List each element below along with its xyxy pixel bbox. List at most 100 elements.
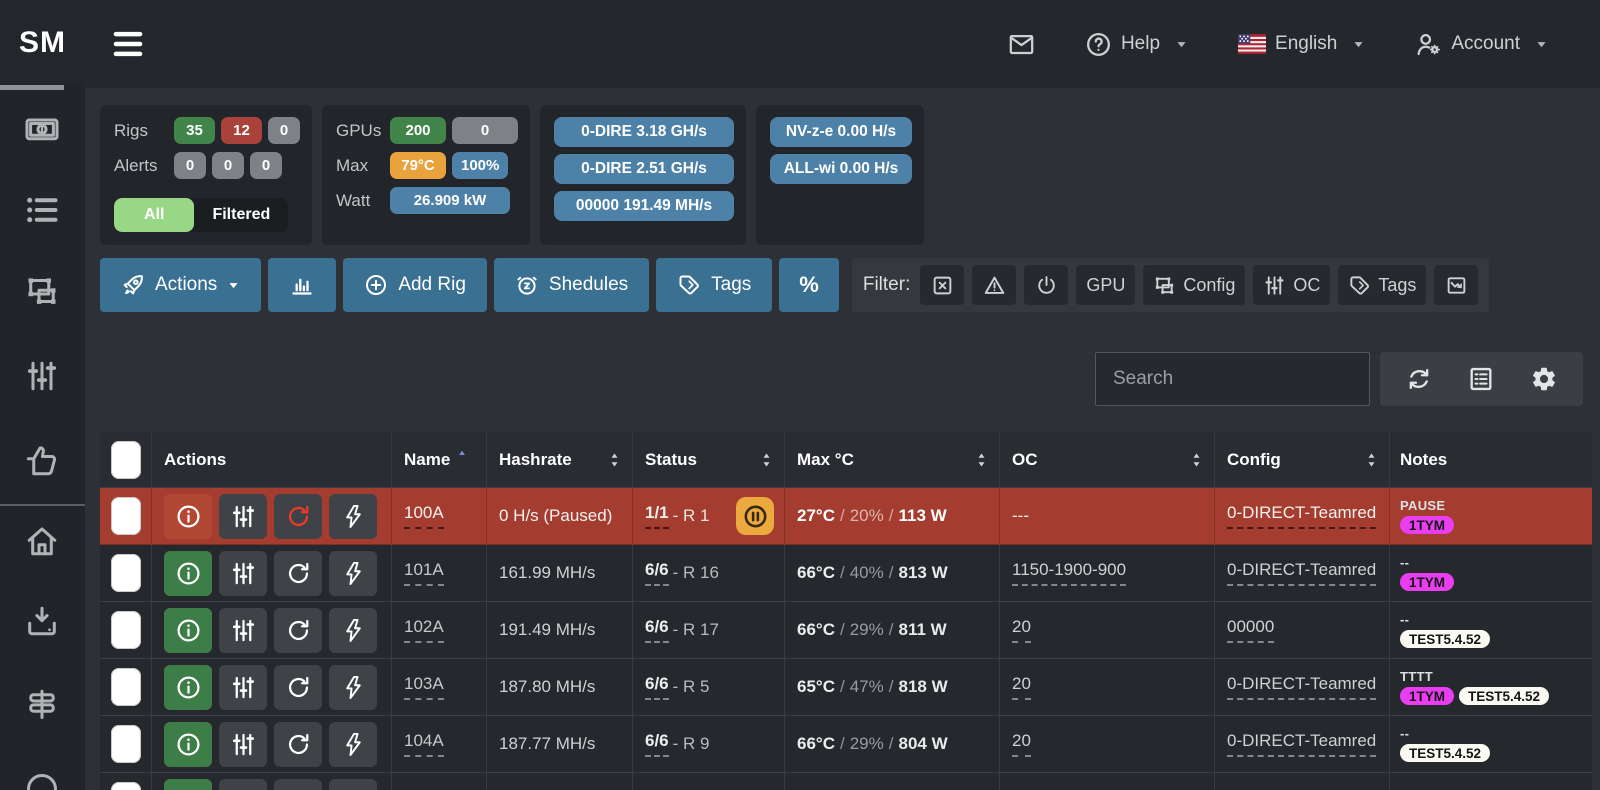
- circle-icon[interactable]: [24, 768, 60, 790]
- rig-restart-button[interactable]: [274, 721, 322, 767]
- rig-tag-badge[interactable]: TEST5.4.52: [1400, 744, 1491, 763]
- menu-icon[interactable]: [111, 27, 145, 61]
- row-checkbox[interactable]: [110, 497, 141, 535]
- column-header-oc[interactable]: OC: [1000, 432, 1215, 488]
- rig-oc-value[interactable]: 20: [1012, 617, 1031, 643]
- toggle-all-option[interactable]: All: [114, 198, 195, 232]
- rig-gpu-count[interactable]: 6/6: [645, 674, 669, 700]
- hashrate-badge: 0-DIRE 2.51 GH/s: [554, 154, 734, 184]
- row-checkbox[interactable]: [110, 782, 141, 790]
- rig-power-button[interactable]: [329, 721, 377, 767]
- messages-button[interactable]: [1008, 31, 1035, 58]
- row-checkbox[interactable]: [110, 554, 141, 592]
- rig-gpu-count[interactable]: 6/6: [645, 731, 669, 757]
- row-checkbox[interactable]: [110, 725, 141, 763]
- actions-button[interactable]: Actions: [100, 258, 262, 312]
- rig-oc-value[interactable]: 20: [1012, 674, 1031, 700]
- rig-name-link[interactable]: 103A: [404, 674, 444, 700]
- toggle-filtered-option[interactable]: Filtered: [194, 198, 288, 232]
- rig-config-value[interactable]: 0-DIRECT-Teamred: [1227, 560, 1377, 586]
- rig-oc-button[interactable]: [219, 664, 267, 710]
- search-input[interactable]: [1095, 352, 1370, 406]
- rig-info-button[interactable]: [164, 607, 212, 653]
- app-logo[interactable]: SM: [0, 0, 85, 85]
- rig-power-button[interactable]: [329, 493, 377, 539]
- diagram-icon[interactable]: [24, 273, 60, 309]
- column-header-config[interactable]: Config: [1215, 432, 1390, 488]
- add-rig-button[interactable]: Add Rig: [343, 258, 487, 312]
- rig-restart-button[interactable]: [274, 607, 322, 653]
- home-icon[interactable]: [24, 523, 60, 559]
- rig-restart-button[interactable]: [274, 493, 322, 539]
- columns-list-icon[interactable]: [1467, 365, 1495, 393]
- row-checkbox[interactable]: [110, 611, 141, 649]
- rig-name-link[interactable]: 100A: [404, 503, 444, 529]
- rig-oc-button[interactable]: [219, 778, 267, 790]
- filter-gpu-button[interactable]: GPU: [1076, 265, 1136, 305]
- rig-info-button[interactable]: [164, 778, 212, 790]
- rig-config-value[interactable]: 0-DIRECT-Teamred: [1227, 503, 1377, 529]
- rig-oc-button[interactable]: [219, 607, 267, 653]
- language-menu[interactable]: English: [1238, 33, 1365, 55]
- rig-tag-badge[interactable]: 1TYM: [1400, 687, 1455, 706]
- select-all-checkbox[interactable]: [110, 440, 141, 479]
- rig-restart-button[interactable]: [274, 664, 322, 710]
- rig-tag-badge[interactable]: 1TYM: [1400, 516, 1455, 535]
- rig-tag-badge[interactable]: TEST5.4.52: [1459, 687, 1550, 706]
- column-header-name[interactable]: Name: [392, 432, 487, 488]
- refresh-icon[interactable]: [1405, 365, 1433, 393]
- rig-gpu-count[interactable]: 6/6: [645, 560, 669, 586]
- rig-name-link[interactable]: 104A: [404, 731, 444, 757]
- rig-power-button[interactable]: [329, 550, 377, 596]
- rig-tag-badge[interactable]: TEST5.4.52: [1400, 630, 1491, 649]
- rig-name-link[interactable]: 101A: [404, 560, 444, 586]
- help-menu[interactable]: Help: [1085, 31, 1188, 58]
- filter-alerts-button[interactable]: [972, 265, 1017, 305]
- filter-tags-button[interactable]: Tags: [1338, 265, 1427, 305]
- column-header-status[interactable]: Status: [633, 432, 785, 488]
- rig-info-button[interactable]: [164, 664, 212, 710]
- rig-power-button[interactable]: [329, 778, 377, 790]
- account-menu[interactable]: Account: [1415, 31, 1548, 58]
- rig-config-value[interactable]: 0-DIRECT-Teamred: [1227, 674, 1377, 700]
- list-icon[interactable]: [24, 192, 60, 228]
- column-header-max-c[interactable]: Max °C: [785, 432, 1000, 488]
- filter-oc-button[interactable]: OC: [1253, 265, 1331, 305]
- rig-oc-button[interactable]: [219, 721, 267, 767]
- shedules-button[interactable]: Shedules: [493, 258, 650, 312]
- rig-config-value[interactable]: 0-DIRECT-Teamred: [1227, 731, 1377, 757]
- sliders-icon[interactable]: [24, 358, 60, 394]
- rig-oc-value[interactable]: 20: [1012, 731, 1031, 757]
- rig-oc-button[interactable]: [219, 550, 267, 596]
- rig-config-value[interactable]: 00000: [1227, 617, 1275, 643]
- filter-config-button[interactable]: Config: [1143, 265, 1246, 305]
- rig-name-link[interactable]: 102A: [404, 617, 444, 643]
- filter-chart-button[interactable]: [1434, 265, 1479, 305]
- rig-power-button[interactable]: [329, 607, 377, 653]
- gear-icon[interactable]: [1530, 365, 1558, 393]
- money-icon[interactable]: [24, 111, 60, 147]
- rig-tag-badge[interactable]: 1TYM: [1400, 573, 1455, 592]
- rig-oc-button[interactable]: [219, 493, 267, 539]
- rig-restart-button[interactable]: [274, 778, 322, 790]
- filter-label: Filter:: [862, 274, 911, 295]
- filter-power-button[interactable]: [1024, 265, 1069, 305]
- rig-restart-button[interactable]: [274, 550, 322, 596]
- rig-gpu-count[interactable]: 6/6: [645, 617, 669, 643]
- row-checkbox[interactable]: [110, 668, 141, 706]
- rig-info-button[interactable]: [164, 721, 212, 767]
- column-header-hashrate[interactable]: Hashrate: [487, 432, 633, 488]
- rig-oc-value[interactable]: 1150-1900-900: [1012, 560, 1127, 586]
- pause-badge[interactable]: [736, 497, 774, 535]
- signpost-icon[interactable]: [24, 686, 60, 722]
- filter-clear-button[interactable]: [920, 265, 965, 305]
- rig-info-button[interactable]: [164, 550, 212, 596]
- rig-gpu-count[interactable]: 1/1: [645, 503, 669, 529]
- rig-info-button[interactable]: [164, 493, 212, 539]
- tags-button[interactable]: Tags: [656, 258, 773, 312]
- percent-button[interactable]: %: [779, 258, 839, 312]
- charts-button[interactable]: [268, 258, 337, 312]
- download-icon[interactable]: [24, 603, 60, 639]
- rig-power-button[interactable]: [329, 664, 377, 710]
- thumbs-up-icon[interactable]: [24, 443, 60, 479]
